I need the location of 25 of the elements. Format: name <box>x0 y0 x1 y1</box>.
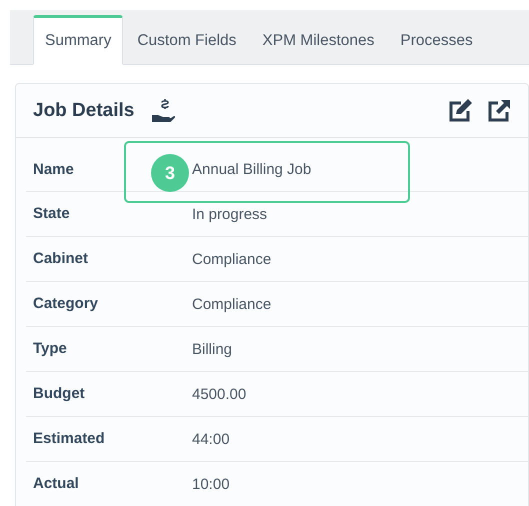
field-value: 10:00 <box>192 476 230 492</box>
field-value: 4500.00 <box>192 386 246 402</box>
field-label: Category <box>33 295 98 312</box>
field-label: Name <box>33 160 74 178</box>
field-label: Estimated <box>33 430 105 447</box>
hand-dollar-icon <box>150 98 176 124</box>
field-value: 44:00 <box>192 430 230 448</box>
field-label: Cabinet <box>33 250 88 267</box>
tab[interactable]: XPM Milestones <box>250 15 386 65</box>
edit-icon[interactable] <box>447 98 473 122</box>
step-badge: 3 <box>151 154 189 192</box>
tab[interactable]: Custom Fields <box>125 15 248 65</box>
field-label: Budget <box>33 385 85 402</box>
external-link-icon[interactable] <box>487 98 511 122</box>
field-value: In progress <box>192 206 268 222</box>
field-value: Billing <box>192 340 232 358</box>
field-label: Actual <box>33 475 79 492</box>
field-value: Compliance <box>192 250 272 268</box>
field-value: Compliance <box>192 296 272 312</box>
tab[interactable]: Summary <box>33 15 124 65</box>
field-value: Annual Billing Job <box>192 161 312 178</box>
tab[interactable]: Processes <box>388 15 485 65</box>
field-label: State <box>33 205 70 222</box>
panel-title: Job Details <box>33 100 134 122</box>
field-label: Type <box>33 340 67 357</box>
